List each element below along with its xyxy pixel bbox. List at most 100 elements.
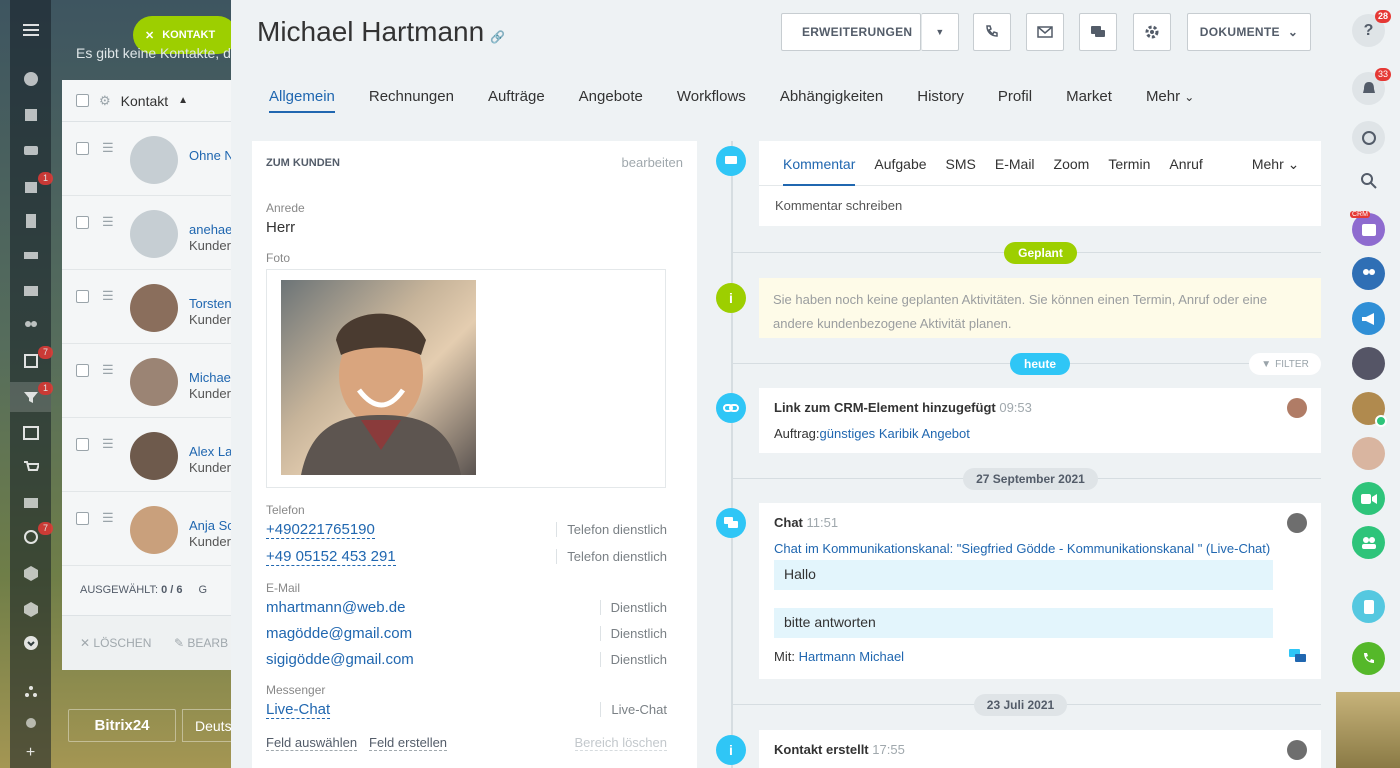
tab-termin[interactable]: Termin xyxy=(1108,156,1150,185)
table-row[interactable]: ☰ Alex La Kunder xyxy=(62,418,242,492)
row-checkbox[interactable] xyxy=(76,438,89,451)
open-chat-icon[interactable] xyxy=(1289,649,1307,668)
create-field-link[interactable]: Feld erstellen xyxy=(369,735,448,751)
feed-icon[interactable] xyxy=(10,64,51,94)
row-menu-icon[interactable]: ☰ xyxy=(102,362,114,378)
email-3[interactable]: sigigödde@gmail.com xyxy=(266,651,414,668)
language-button[interactable]: Deuts xyxy=(182,709,232,742)
phone-1[interactable]: +490221765190 xyxy=(266,521,375,539)
contact-name[interactable]: Michael Hartmann xyxy=(257,16,484,47)
row-menu-icon[interactable]: ☰ xyxy=(102,214,114,230)
tab-market[interactable]: Market xyxy=(1066,88,1112,113)
announce-icon[interactable] xyxy=(1352,302,1385,335)
phone-button[interactable] xyxy=(973,13,1011,51)
chat-button[interactable] xyxy=(1079,13,1117,51)
edit-link-icon[interactable]: 🔗 xyxy=(490,30,505,44)
calendar-icon[interactable]: 1 xyxy=(10,172,53,202)
search-icon[interactable] xyxy=(1352,164,1385,197)
row-menu-icon[interactable]: ☰ xyxy=(102,510,114,526)
row-name[interactable]: Michae xyxy=(189,370,231,385)
tab-zoom[interactable]: Zoom xyxy=(1054,156,1090,185)
row-name[interactable]: Torsten xyxy=(189,296,232,311)
contact-center-icon[interactable] xyxy=(10,488,51,518)
phone-call-icon[interactable] xyxy=(1352,642,1385,675)
phone-2[interactable]: +49 05152 453 291 xyxy=(266,548,396,566)
row-name[interactable]: Anja Sc xyxy=(189,518,234,533)
row-menu-icon[interactable]: ☰ xyxy=(102,288,114,304)
user-avatar-1[interactable] xyxy=(1352,347,1385,380)
contact-photo[interactable] xyxy=(281,280,476,475)
drive-icon[interactable] xyxy=(10,240,51,270)
tab-abhaengigkeiten[interactable]: Abhängigkeiten xyxy=(780,88,883,113)
user-avatar-3[interactable] xyxy=(1352,437,1385,470)
box-icon[interactable] xyxy=(10,558,51,588)
bitrix24-logo[interactable]: Bitrix24 xyxy=(68,709,176,742)
contacts-icon[interactable] xyxy=(1352,526,1385,559)
comment-input[interactable]: Kommentar schreiben xyxy=(775,198,902,213)
tab-rechnungen[interactable]: Rechnungen xyxy=(369,88,454,113)
row-checkbox[interactable] xyxy=(76,142,89,155)
tab-allgemein[interactable]: Allgemein xyxy=(269,88,335,113)
menu-icon[interactable] xyxy=(10,15,51,45)
settings-icon[interactable] xyxy=(10,708,51,738)
user-avatar-2[interactable] xyxy=(1352,392,1387,427)
table-row[interactable]: ☰ Torsten Kunder xyxy=(62,270,242,344)
documents-icon[interactable] xyxy=(10,206,51,236)
row-name[interactable]: Ohne N xyxy=(189,148,234,163)
documents-button[interactable]: DOKUMENTE ⌄ xyxy=(1187,13,1311,51)
tab-workflows[interactable]: Workflows xyxy=(677,88,746,113)
chat-person-link[interactable]: Hartmann Michael xyxy=(799,649,905,664)
tab-auftraege[interactable]: Aufträge xyxy=(488,88,545,113)
table-row[interactable]: ☰ anehae Kunder xyxy=(62,196,242,270)
tab-anruf[interactable]: Anruf xyxy=(1169,156,1202,185)
more-down-icon[interactable] xyxy=(10,628,51,658)
filter-button[interactable]: ▼ FILTER xyxy=(1249,353,1321,375)
video-call-icon[interactable] xyxy=(1352,482,1385,515)
extensions-button[interactable]: ERWEITERUNGEN xyxy=(781,13,921,51)
column-settings-icon[interactable]: ⚙ xyxy=(99,93,111,109)
delete-section-link[interactable]: Bereich löschen xyxy=(574,735,667,751)
tab-kommentar[interactable]: Kommentar xyxy=(783,156,856,186)
row-menu-icon[interactable]: ☰ xyxy=(102,436,114,452)
email-1[interactable]: mhartmann@web.de xyxy=(266,599,405,616)
mail-icon[interactable] xyxy=(10,276,51,306)
tab-sms[interactable]: SMS xyxy=(946,156,976,185)
tab-history[interactable]: History xyxy=(917,88,964,113)
row-checkbox[interactable] xyxy=(76,216,89,229)
email-2[interactable]: magödde@gmail.com xyxy=(266,625,412,642)
row-checkbox[interactable] xyxy=(76,290,89,303)
deal-link-1[interactable]: günstiges xyxy=(820,426,876,441)
column-header-kontakt[interactable]: Kontakt xyxy=(121,93,168,109)
crm-filter-icon[interactable]: 1 xyxy=(10,382,53,412)
email-button[interactable] xyxy=(1026,13,1064,51)
tasks-check-icon[interactable]: 7 xyxy=(10,346,53,376)
automation-icon[interactable]: 7 xyxy=(10,522,53,552)
tab-mehr[interactable]: Mehr ⌄ xyxy=(1146,88,1194,113)
box2-icon[interactable] xyxy=(10,594,51,624)
tab-profil[interactable]: Profil xyxy=(998,88,1032,113)
crm-chat-icon[interactable]: CRM xyxy=(1350,211,1385,246)
tab-angebote[interactable]: Angebote xyxy=(579,88,643,113)
select-all-checkbox[interactable] xyxy=(76,94,89,107)
tasks-icon[interactable] xyxy=(10,100,51,130)
groups-icon[interactable] xyxy=(10,310,51,340)
delete-action[interactable]: ✕ LÖSCHEN xyxy=(80,636,151,650)
edit-action[interactable]: ✎ BEARB xyxy=(174,636,228,650)
add-icon[interactable]: + xyxy=(10,738,51,768)
row-checkbox[interactable] xyxy=(76,512,89,525)
tab-aufgabe[interactable]: Aufgabe xyxy=(874,156,926,185)
messages-icon[interactable] xyxy=(1352,121,1385,154)
row-name[interactable]: anehae xyxy=(189,222,232,237)
table-row[interactable]: ☰ Anja Sc Kunder xyxy=(62,492,242,566)
tab-email[interactable]: E-Mail xyxy=(995,156,1035,185)
row-checkbox[interactable] xyxy=(76,364,89,377)
extensions-dropdown[interactable]: ▼ xyxy=(921,13,959,51)
edit-section-link[interactable]: bearbeiten xyxy=(622,155,683,170)
settings-button[interactable] xyxy=(1133,13,1171,51)
composer-more[interactable]: Mehr ⌄ xyxy=(1252,156,1300,185)
sites-icon[interactable] xyxy=(10,418,51,448)
mobile-app-icon[interactable] xyxy=(1352,590,1385,623)
bell-icon[interactable]: 33 xyxy=(1352,68,1391,105)
table-row[interactable]: ☰ Ohne N xyxy=(62,122,242,196)
shop-icon[interactable] xyxy=(10,452,51,482)
